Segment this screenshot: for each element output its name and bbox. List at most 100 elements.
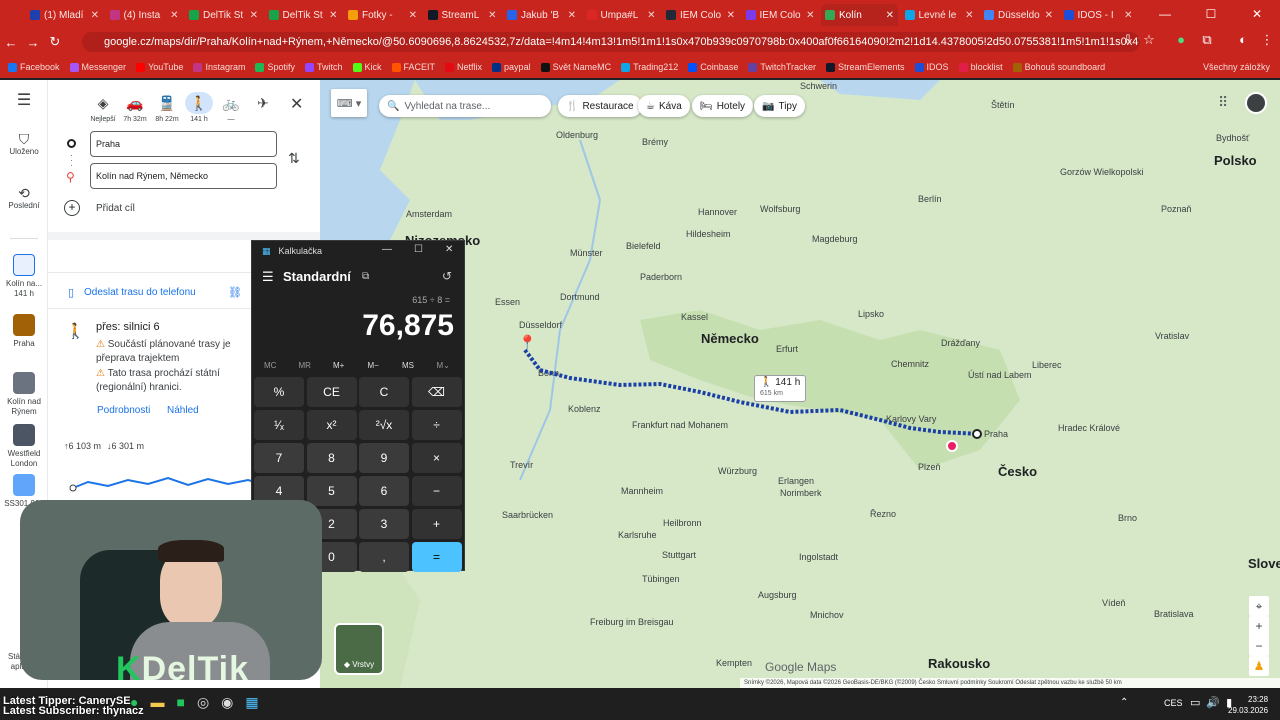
maximize-button[interactable]: ☐ — [1188, 0, 1234, 28]
heart-marker-icon[interactable] — [946, 440, 958, 452]
browser-tab[interactable]: Düsseldo ✕ — [980, 4, 1057, 26]
destination-marker-icon[interactable]: 📍 — [518, 334, 537, 352]
send-to-phone-link[interactable]: Odeslat trasu do telefonu — [84, 287, 196, 298]
language-indicator[interactable]: CES — [1164, 698, 1183, 708]
calc-menu-icon[interactable]: ☰ — [262, 269, 274, 285]
bookmark-item[interactable]: FACEIT — [391, 62, 435, 72]
tab-close-icon[interactable]: ✕ — [91, 10, 99, 21]
browser-tab[interactable]: (1) Mladí ✕ — [26, 4, 103, 26]
calc-memory-button[interactable]: MS — [402, 361, 414, 370]
all-bookmarks[interactable]: Všechny záložky — [1203, 62, 1270, 72]
keep-on-top-icon[interactable]: ⧉ — [362, 271, 369, 282]
driving-mode[interactable]: 🚗 7h 32m — [120, 92, 150, 124]
browser-tab[interactable]: (4) Insta ✕ — [106, 4, 183, 26]
calc-close-button[interactable]: ✕ — [445, 244, 453, 255]
calc-key[interactable]: % — [254, 377, 304, 407]
preview-link[interactable]: Náhled — [167, 405, 199, 416]
calc-maximize-button[interactable]: ☐ — [414, 244, 423, 255]
tray-icons[interactable]: ▭ 🔊 ▮ — [1190, 696, 1232, 709]
best-mode[interactable]: ◈ Nejlepší — [88, 92, 118, 124]
tab-close-icon[interactable]: ✕ — [727, 10, 735, 21]
calc-key[interactable]: 6 — [359, 476, 409, 506]
browser-tab[interactable]: StreamL ✕ — [424, 4, 501, 26]
recent-place[interactable]: Praha — [0, 314, 48, 349]
minimize-button[interactable]: — — [1142, 0, 1188, 28]
menu-dots-icon[interactable]: ⋮ — [1256, 32, 1278, 48]
url-field[interactable]: google.cz/maps/dir/Praha/Kolín+nad+Rýnem… — [82, 32, 1140, 52]
tab-close-icon[interactable]: ✕ — [568, 10, 576, 21]
bookmark-item[interactable]: Instagram — [193, 62, 245, 72]
details-link[interactable]: Podrobnosti — [97, 405, 150, 416]
file-explorer-icon[interactable]: ▬ — [150, 694, 164, 711]
swap-icon[interactable]: ⇅ — [288, 150, 300, 167]
close-window-button[interactable]: ✕ — [1234, 0, 1280, 28]
zoom-out-button[interactable]: − — [1249, 636, 1269, 656]
calc-key[interactable]: + — [411, 509, 462, 539]
calc-memory-button[interactable]: M⌄ — [437, 361, 450, 370]
calc-key[interactable]: ¹⁄ₓ — [254, 410, 304, 440]
profile-icon[interactable]: ◐ — [1232, 32, 1254, 47]
browser-tab[interactable]: Levné le ✕ — [901, 4, 978, 26]
browser-tab[interactable]: DelTik St ✕ — [265, 4, 342, 26]
tab-close-icon[interactable]: ✕ — [886, 10, 894, 21]
calc-memory-button[interactable]: M+ — [333, 361, 344, 370]
calc-key[interactable]: − — [411, 476, 462, 506]
flight-mode[interactable]: ✈ — [248, 92, 278, 116]
calculator-taskbar-icon[interactable]: ▦ — [245, 694, 258, 711]
bookmark-item[interactable]: Messenger — [69, 62, 126, 72]
calc-key[interactable]: 3 — [359, 509, 409, 539]
history-icon[interactable]: ↺ — [442, 269, 452, 283]
bookmark-item[interactable]: IDOS — [914, 62, 949, 72]
browser-tab[interactable]: IEM Colo ✕ — [742, 4, 819, 26]
bookmark-item[interactable]: Twitch — [304, 62, 343, 72]
cycling-mode[interactable]: 🚲 — — [216, 92, 246, 124]
zoom-in-button[interactable]: + — [1249, 616, 1269, 636]
tray-chevron-icon[interactable]: ⌃ — [1120, 697, 1128, 708]
route-time-label[interactable]: 🚶 141 h 615 km — [754, 375, 807, 402]
calc-memory-button[interactable]: MR — [299, 361, 311, 370]
calc-minimize-button[interactable]: — — [382, 244, 392, 255]
calc-key[interactable]: × — [411, 443, 462, 473]
calc-key[interactable]: = — [411, 542, 462, 572]
bookmark-star-icon[interactable]: ☆ — [1138, 32, 1160, 48]
browser-tab[interactable]: Jakub 'B ✕ — [503, 4, 580, 26]
bookmark-item[interactable]: TwitchTracker — [748, 62, 816, 72]
tab-close-icon[interactable]: ✕ — [1045, 10, 1053, 21]
recent-place[interactable]: Kolín nad Rýnem — [0, 372, 48, 417]
calc-key[interactable]: 9 — [359, 443, 409, 473]
bookmark-item[interactable]: Coinbase — [688, 62, 738, 72]
calc-key[interactable]: 8 — [306, 443, 357, 473]
origin-input[interactable]: Praha — [90, 131, 277, 157]
add-destination[interactable]: Přidat cíl — [96, 203, 135, 214]
link-icon[interactable]: ⛓ — [228, 286, 242, 299]
tab-close-icon[interactable]: ✕ — [250, 10, 258, 21]
browser-tab[interactable]: Umpa#L ✕ — [583, 4, 660, 26]
browser-tab[interactable]: IEM Colo ✕ — [662, 4, 739, 26]
pegman-icon[interactable]: ♟ — [1249, 656, 1269, 676]
bookmark-item[interactable]: Netflix — [445, 62, 482, 72]
calc-key[interactable]: 5 — [306, 476, 357, 506]
tab-close-icon[interactable]: ✕ — [965, 10, 973, 21]
tab-close-icon[interactable]: ✕ — [329, 10, 337, 21]
bookmark-item[interactable]: Spotify — [255, 62, 295, 72]
bookmark-item[interactable]: blocklist — [958, 62, 1003, 72]
install-icon[interactable]: ⇩ — [1117, 32, 1139, 48]
obs-icon[interactable]: ◎ — [197, 694, 209, 711]
extensions-icon[interactable]: ⧉ — [1196, 32, 1218, 48]
calc-key[interactable]: ÷ — [411, 410, 462, 440]
close-directions-icon[interactable]: ✕ — [290, 94, 303, 114]
walking-mode[interactable]: 🚶 141 h — [184, 92, 214, 123]
clock[interactable]: 23:28 29.03.2026 — [1228, 694, 1268, 716]
calc-memory-button[interactable]: M− — [368, 361, 379, 370]
calc-key[interactable]: ⌫ — [411, 377, 462, 407]
add-stop-icon[interactable]: + — [64, 200, 80, 216]
layers-button[interactable]: ◆ Vrstvy — [334, 623, 384, 675]
browser-tab[interactable]: Fotky - ✕ — [344, 4, 421, 26]
tab-close-icon[interactable]: ✕ — [170, 10, 178, 21]
calc-key[interactable]: x² — [306, 410, 357, 440]
origin-marker[interactable] — [972, 429, 982, 439]
recent-place[interactable]: Westfield London — [0, 424, 48, 469]
recent-button[interactable]: ⟲ Poslední — [0, 186, 48, 211]
forward-icon[interactable]: → — [22, 35, 44, 50]
bookmark-item[interactable]: Trading212 — [621, 62, 678, 72]
